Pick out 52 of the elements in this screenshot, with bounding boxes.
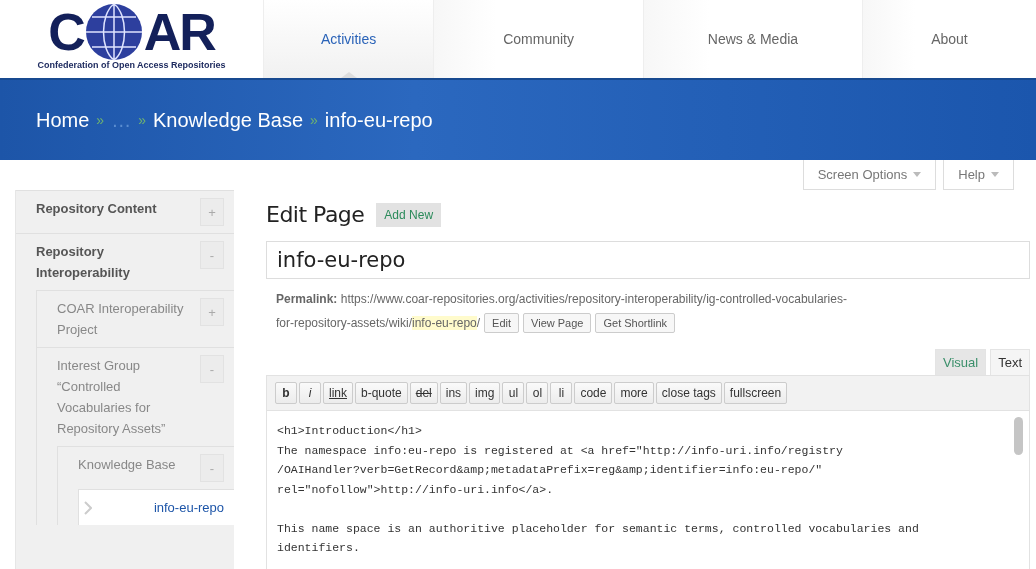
sidebar-item[interactable]: Repository Content +: [16, 190, 234, 233]
format-button[interactable]: ol: [526, 382, 549, 404]
logo-tagline: Confederation of Open Access Repositories: [37, 60, 226, 70]
code-line: This name space is an authoritive placeholder for semantic terms, controlled vocabularies and: [277, 520, 920, 537]
format-button[interactable]: i: [299, 382, 321, 404]
permalink-button[interactable]: Get Shortlink: [595, 313, 676, 333]
logo-letters: C: [48, 7, 84, 57]
breadcrumb-separator: »: [310, 112, 318, 128]
format-button[interactable]: close tags: [655, 382, 722, 404]
scrollbar-thumb[interactable]: [1014, 417, 1023, 455]
code-line: identifiers.: [277, 540, 361, 556]
logo-letters: AR: [143, 7, 215, 57]
nav-tab[interactable]: Activities: [263, 0, 434, 78]
format-button[interactable]: fullscreen: [723, 382, 788, 404]
breadcrumb-separator: »: [138, 112, 146, 128]
format-button[interactable]: code: [574, 382, 613, 404]
sidebar-item[interactable]: Repository Interoperability -: [16, 233, 234, 290]
format-button[interactable]: more: [614, 382, 654, 404]
permalink-url: for-repository-assets/wiki/info-eu-repo/: [276, 316, 481, 330]
format-button[interactable]: link: [323, 382, 353, 404]
breadcrumb-link[interactable]: Knowledge Base: [152, 108, 304, 132]
code-line: <h1>Introduction</h1>: [277, 423, 423, 439]
page-heading: Edit Page: [266, 202, 365, 227]
permalink-button[interactable]: Edit: [484, 313, 520, 333]
breadcrumb-separator: »: [96, 112, 105, 128]
code-line: rel="nofollow">http://info-uri.info</a>.: [277, 481, 555, 498]
sidebar-link[interactable]: Repository Interoperability: [36, 241, 166, 283]
permalink-text: Permalink: https://www.coar-repositories.org/activities/repository-interoperability/ig-controlled-vocabularies-: [276, 291, 848, 308]
chevron-icon: [84, 501, 92, 515]
format-button[interactable]: b: [275, 382, 297, 404]
title-field[interactable]: info-eu-repo: [266, 241, 1030, 279]
code-line: The namespace info:eu-repo is registered at <a href="http://info-uri.info/registry: [277, 442, 844, 459]
format-button[interactable]: li: [550, 382, 573, 404]
breadcrumb-link[interactable]: Home: [36, 108, 90, 132]
format-button[interactable]: img: [469, 382, 501, 404]
logo[interactable]: C AR Confederation of Open Access Repositories: [0, 0, 263, 78]
screen-meta-tab[interactable]: Screen Options: [802, 160, 937, 190]
editor-tab[interactable]: Text: [990, 349, 1030, 375]
sidebar-link[interactable]: info-eu-repo: [153, 497, 224, 518]
globe-icon: [83, 2, 144, 62]
permalink-button[interactable]: View Page: [523, 313, 592, 333]
text-editor[interactable]: [266, 411, 1030, 569]
format-button[interactable]: ul: [502, 382, 525, 404]
add-new-button[interactable]: Add New: [376, 202, 442, 227]
screen-meta-tab[interactable]: Help: [943, 160, 1014, 190]
format-button[interactable]: b-quote: [355, 382, 408, 404]
format-button[interactable]: del: [409, 382, 438, 404]
breadcrumb-current[interactable]: info-eu-repo: [324, 108, 433, 132]
sidebar-item[interactable]: info-eu-repo: [79, 489, 234, 525]
format-button[interactable]: ins: [439, 382, 468, 404]
code-line: /OAIHandler?verb=GetRecord&amp;metadataPrefix=reg&amp;identifier=info:eu-repo/": [277, 462, 824, 478]
sidebar-link[interactable]: Repository Content: [36, 198, 157, 219]
